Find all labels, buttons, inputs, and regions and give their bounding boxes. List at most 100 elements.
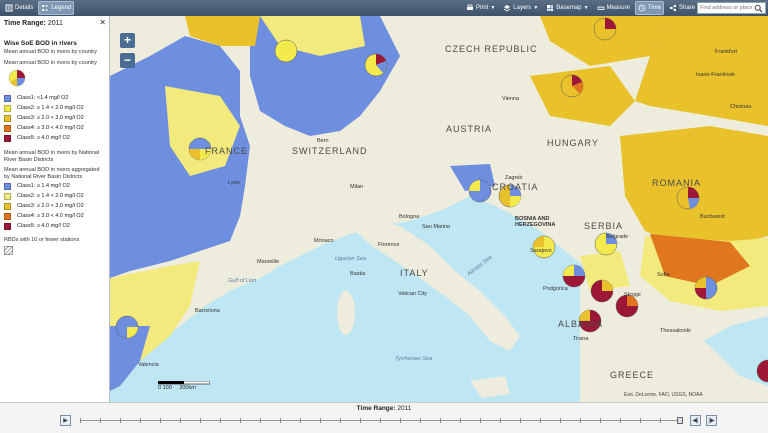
measure-button[interactable]: Measure bbox=[594, 1, 633, 15]
time-slider-panel: Time Range: 2011 ▶ ◀| |▶ bbox=[0, 402, 768, 433]
city-label: Bastia bbox=[350, 271, 366, 277]
legend-swatch bbox=[4, 203, 11, 210]
time-slider-tick bbox=[220, 418, 221, 423]
city-label: Bucharest bbox=[700, 214, 725, 220]
city-label: Belgrade bbox=[606, 234, 629, 240]
search-input[interactable] bbox=[698, 5, 754, 11]
pie-marker[interactable] bbox=[532, 235, 556, 259]
previous-button[interactable]: ◀| bbox=[690, 415, 701, 426]
city-label: Frankfurt bbox=[715, 49, 738, 55]
pie-marker[interactable] bbox=[590, 279, 614, 303]
pie-marker[interactable] bbox=[615, 294, 639, 318]
city-label: Skopje bbox=[624, 292, 641, 298]
time-slider-tick bbox=[640, 418, 641, 423]
city-label: Marseille bbox=[257, 259, 280, 265]
panel-time-range: Time Range: 2011 bbox=[4, 20, 105, 27]
time-button[interactable]: Time bbox=[634, 1, 665, 15]
city-label: Podgorica bbox=[543, 286, 568, 292]
search-icon[interactable] bbox=[754, 4, 763, 13]
time-slider-tick bbox=[180, 418, 181, 423]
time-range-value: 2011 bbox=[397, 405, 412, 412]
pie-marker[interactable] bbox=[694, 276, 718, 300]
print-button[interactable]: Print ▼ bbox=[463, 1, 498, 15]
layers-icon bbox=[504, 5, 511, 12]
time-slider-tick bbox=[160, 418, 161, 423]
pie-marker[interactable] bbox=[274, 39, 298, 63]
pie-marker[interactable] bbox=[364, 53, 388, 77]
time-slider-handle[interactable] bbox=[677, 417, 683, 424]
basemap-label: Basemap bbox=[556, 5, 582, 11]
legend-swatch bbox=[4, 135, 11, 142]
legend-class-item: Class4: ≥ 3.0 < 4.0 mg/l O2 bbox=[4, 213, 105, 220]
zoom-out-button[interactable]: − bbox=[120, 53, 135, 68]
legend-class-label: Class1: <1.4 mg/l O2 bbox=[17, 95, 69, 101]
city-label: Ivano-Frankivsk bbox=[696, 72, 735, 78]
class-list-rbd: Class1: ≥ 1.4 mg/l O2 Class2: ≥ 1.4 < 2.… bbox=[4, 183, 105, 230]
country-label: AUSTRIA bbox=[446, 124, 493, 134]
legend-swatch bbox=[4, 125, 11, 132]
legend-icon bbox=[42, 5, 49, 11]
step-back-icon: ◀| bbox=[692, 418, 699, 424]
legend-class-label: Class1: ≥ 1.4 mg/l O2 bbox=[17, 183, 70, 189]
map-attribution: Esri, DeLorme, FAO, USGS, NOAA bbox=[624, 392, 703, 398]
time-range-title: Time Range: 2011 bbox=[0, 405, 768, 412]
time-slider-tick bbox=[340, 418, 341, 423]
measure-icon bbox=[597, 6, 604, 10]
legend-class-label: Class2: ≥ 1.4 < 2.0 mg/l O2 bbox=[17, 105, 84, 111]
time-slider-tick bbox=[280, 418, 281, 423]
pie-marker[interactable] bbox=[756, 359, 768, 383]
layers-button[interactable]: Layers ▼ bbox=[500, 1, 541, 15]
city-label: Sarajevo bbox=[530, 248, 552, 254]
city-label: Bologna bbox=[399, 214, 420, 220]
pie-marker[interactable] bbox=[676, 186, 700, 210]
time-slider-tick bbox=[300, 418, 301, 423]
time-slider-tick bbox=[260, 418, 261, 423]
legend-panel: ✕ Time Range: 2011 Wise SoE BOD in river… bbox=[0, 16, 110, 402]
scale-end: 200km bbox=[179, 385, 196, 391]
map-view[interactable]: CZECH REPUBLIC AUSTRIA HUNGARY ROMANIA S… bbox=[110, 16, 768, 402]
close-icon[interactable]: ✕ bbox=[99, 18, 106, 27]
next-button[interactable]: |▶ bbox=[706, 415, 717, 426]
legend-swatch bbox=[4, 115, 11, 122]
time-slider-tick bbox=[360, 418, 361, 423]
zoom-controls: + − bbox=[120, 33, 135, 73]
time-slider-tick bbox=[240, 418, 241, 423]
basemap-button[interactable]: Basemap ▼ bbox=[543, 1, 591, 15]
details-icon bbox=[5, 4, 13, 12]
city-label: Vienna bbox=[502, 96, 520, 102]
city-label: Bern bbox=[317, 138, 329, 144]
time-slider-tick bbox=[580, 418, 581, 423]
legend-swatch bbox=[4, 193, 11, 200]
country-label: SWITZERLAND bbox=[292, 146, 368, 156]
time-slider-tick bbox=[120, 418, 121, 423]
play-button[interactable]: ▶ bbox=[60, 415, 71, 426]
time-slider-tick bbox=[420, 418, 421, 423]
panel-time-range-label: Time Range: bbox=[4, 20, 46, 27]
basemap-icon bbox=[547, 5, 554, 11]
city-label: Vatican City bbox=[398, 291, 427, 297]
details-label: Details bbox=[15, 5, 34, 11]
country-label: FRANCE bbox=[205, 146, 249, 156]
pie-marker[interactable] bbox=[115, 315, 139, 339]
zoom-in-button[interactable]: + bbox=[120, 33, 135, 48]
time-label: Time bbox=[647, 5, 662, 11]
legend-button[interactable]: Legend bbox=[38, 1, 75, 15]
details-button[interactable]: Details bbox=[2, 1, 36, 15]
time-slider-tick bbox=[140, 418, 141, 423]
pie-marker[interactable] bbox=[468, 179, 492, 203]
chevron-down-icon: ▼ bbox=[533, 5, 539, 11]
pie-marker[interactable] bbox=[560, 74, 584, 98]
time-slider-tick bbox=[380, 418, 381, 423]
country-label: CROATIA bbox=[492, 182, 539, 192]
legend-label: Legend bbox=[51, 5, 72, 11]
time-slider-tick bbox=[620, 418, 621, 423]
legend-class-item: Class2: ≥ 1.4 < 2.0 mg/l O2 bbox=[4, 193, 105, 200]
city-label: Thessaloniki bbox=[660, 328, 691, 334]
time-slider-tick bbox=[200, 418, 201, 423]
class-list-country: Class1: <1.4 mg/l O2 Class2: ≥ 1.4 < 2.0… bbox=[4, 95, 105, 142]
pie-marker[interactable] bbox=[562, 264, 586, 288]
share-icon bbox=[669, 4, 677, 12]
time-slider-tick bbox=[100, 418, 101, 423]
time-slider-tick bbox=[660, 418, 661, 423]
pie-marker[interactable] bbox=[593, 17, 617, 41]
